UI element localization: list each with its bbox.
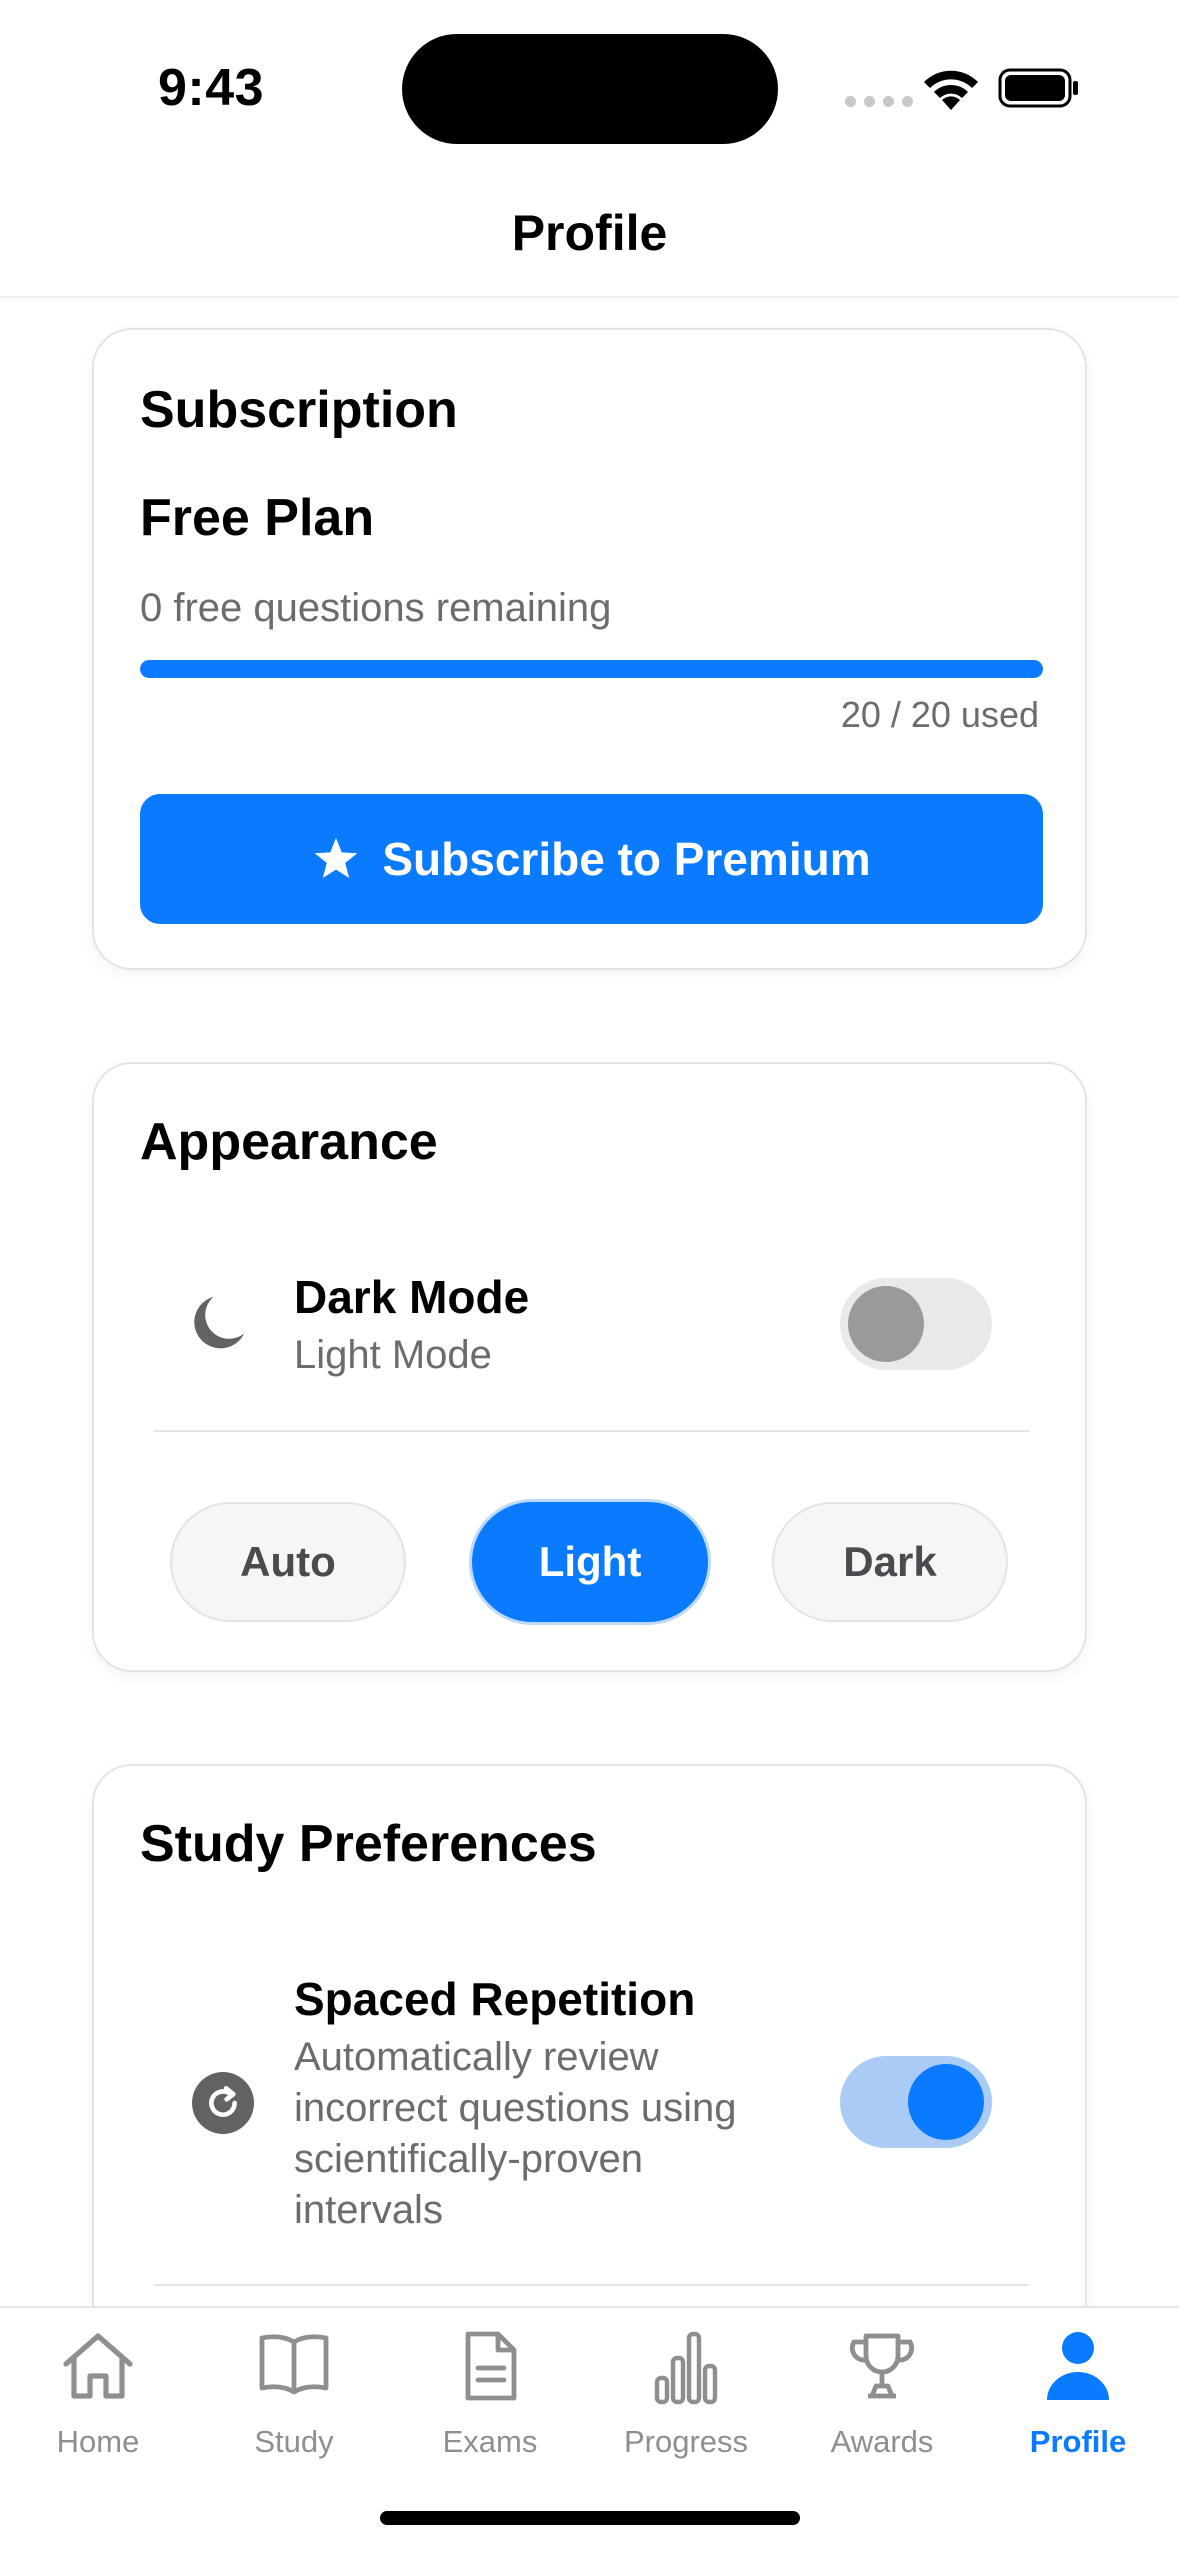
dark-mode-subtitle: Light Mode — [294, 1333, 492, 1377]
page-title: Profile — [511, 205, 668, 261]
appearance-title: Appearance — [140, 1113, 438, 1171]
person-icon — [1047, 2332, 1109, 2400]
spaced-repetition-title: Spaced Repetition — [294, 1973, 696, 2025]
house-icon — [63, 2333, 133, 2399]
appearance-card: Appearance Dark Mode Light Mode Auto Lig… — [92, 1062, 1087, 1672]
subscribe-button-label: Subscribe to Premium — [382, 833, 871, 885]
subscribe-premium-button[interactable]: Subscribe to Premium — [140, 794, 1043, 924]
moon-icon — [194, 1296, 245, 1349]
dark-mode-title: Dark Mode — [294, 1271, 530, 1323]
study-preferences-title: Study Preferences — [140, 1815, 597, 1873]
tab-home-label: Home — [56, 2424, 140, 2459]
tab-progress[interactable]: Progress — [588, 2308, 784, 2468]
tab-awards[interactable]: Awards — [784, 2308, 980, 2468]
plan-name: Free Plan — [140, 489, 375, 547]
row-divider — [154, 2284, 1029, 2286]
home-indicator — [380, 2511, 800, 2525]
battery-icon — [998, 68, 1078, 108]
wifi-icon — [924, 70, 978, 110]
tab-profile[interactable]: Profile — [980, 2308, 1176, 2468]
book-icon — [259, 2334, 329, 2395]
tab-awards-label: Awards — [830, 2424, 934, 2459]
mode-light-button[interactable]: Light — [472, 1502, 708, 1622]
tab-home[interactable]: Home — [0, 2308, 196, 2468]
nav-divider — [0, 296, 1179, 298]
usage-progress-fill — [140, 660, 1043, 678]
mode-auto-button[interactable]: Auto — [170, 1502, 406, 1622]
usage-count: 20 / 20 used — [840, 694, 1039, 735]
document-icon — [465, 2331, 517, 2401]
row-divider — [154, 1430, 1029, 1432]
mode-dark-button[interactable]: Dark — [772, 1502, 1008, 1622]
subscription-title: Subscription — [140, 381, 458, 439]
tab-progress-label: Progress — [623, 2424, 749, 2459]
spaced-repetition-description: Automatically review incorrect questions… — [294, 2035, 737, 2232]
usage-progress-bar — [140, 660, 1043, 678]
dark-mode-toggle[interactable] — [840, 1278, 992, 1370]
tab-profile-label: Profile — [1029, 2424, 1127, 2459]
spaced-repetition-toggle[interactable] — [840, 2056, 992, 2148]
questions-remaining: 0 free questions remaining — [140, 586, 612, 630]
tab-study[interactable]: Study — [196, 2308, 392, 2468]
trophy-icon — [849, 2333, 915, 2399]
bar-chart-icon — [654, 2331, 718, 2405]
refresh-icon — [192, 2072, 254, 2134]
tab-exams-label: Exams — [442, 2424, 538, 2459]
status-time: 9:43 — [158, 59, 265, 117]
cellular-signal-icon — [845, 96, 913, 107]
star-icon — [315, 838, 358, 878]
tab-study-label: Study — [254, 2424, 334, 2459]
subscription-card: Subscription Free Plan 0 free questions … — [92, 328, 1087, 970]
tab-exams[interactable]: Exams — [392, 2308, 588, 2468]
dynamic-island — [402, 34, 778, 144]
